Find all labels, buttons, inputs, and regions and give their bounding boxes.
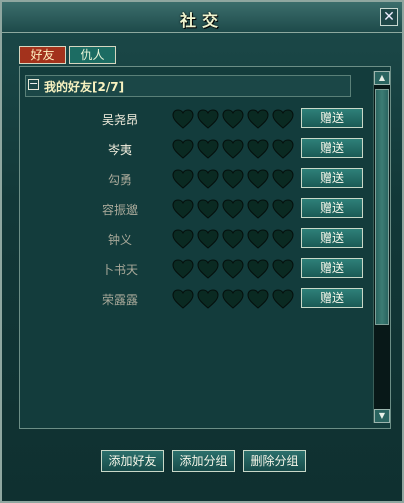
heart-icon bbox=[197, 229, 219, 249]
heart-icon bbox=[272, 109, 294, 129]
heart-icon bbox=[222, 259, 244, 279]
heart-icon bbox=[197, 109, 219, 129]
delete-group-button[interactable]: 删除分组 bbox=[243, 450, 306, 472]
window-title: 社交 bbox=[179, 11, 224, 30]
heart-icon bbox=[222, 139, 244, 159]
friend-name: 勾勇 bbox=[107, 173, 132, 187]
heart-icon bbox=[197, 289, 219, 309]
friend-row[interactable]: 容振邈 赠送 bbox=[20, 197, 363, 223]
heart-icon bbox=[172, 109, 194, 129]
heart-icon bbox=[172, 289, 194, 309]
social-window: 社交 ✕ 好友 仇人 − 我的好友[2/7] 吴尧昂 赠送 岑夷 赠送 勾勇 赠送 容振邈赠… bbox=[0, 0, 404, 503]
heart-icon bbox=[272, 259, 294, 279]
friend-row[interactable]: 卜书天 赠送 bbox=[20, 257, 363, 283]
tab-friends[interactable]: 好友 bbox=[19, 46, 66, 64]
heart-icon bbox=[272, 139, 294, 159]
gift-button[interactable]: 赠送 bbox=[301, 258, 363, 278]
friend-row[interactable]: 钟义 赠送 bbox=[20, 227, 363, 253]
gift-button[interactable]: 赠送 bbox=[301, 288, 363, 308]
heart-icon bbox=[247, 109, 269, 129]
heart-icon bbox=[197, 199, 219, 219]
friend-name: 容振邈 bbox=[101, 203, 138, 217]
heart-icon bbox=[172, 169, 194, 189]
collapse-icon[interactable]: − bbox=[28, 78, 39, 90]
heart-icon bbox=[172, 259, 194, 279]
scroll-thumb[interactable] bbox=[375, 89, 389, 325]
close-icon[interactable]: ✕ bbox=[380, 8, 398, 26]
heart-icon bbox=[272, 289, 294, 309]
heart-icon bbox=[247, 289, 269, 309]
title-bar[interactable]: 社交 ✕ bbox=[2, 2, 402, 33]
friend-name: 荣露露 bbox=[101, 293, 138, 307]
friend-row[interactable]: 勾勇 赠送 bbox=[20, 167, 363, 193]
heart-icon bbox=[222, 289, 244, 309]
friend-row[interactable]: 吴尧昂 赠送 bbox=[20, 107, 363, 133]
heart-icon bbox=[197, 139, 219, 159]
heart-icon bbox=[247, 199, 269, 219]
gift-button[interactable]: 赠送 bbox=[301, 198, 363, 218]
intimacy-hearts bbox=[172, 259, 297, 281]
friend-name: 岑夷 bbox=[107, 143, 132, 157]
heart-icon bbox=[197, 169, 219, 189]
heart-icon bbox=[272, 169, 294, 189]
heart-icon bbox=[222, 229, 244, 249]
intimacy-hearts bbox=[172, 109, 297, 131]
heart-icon bbox=[247, 259, 269, 279]
heart-icon bbox=[222, 109, 244, 129]
heart-icon bbox=[247, 139, 269, 159]
group-title: 我的好友[2/7] bbox=[44, 80, 125, 94]
heart-icon bbox=[272, 199, 294, 219]
heart-icon bbox=[222, 169, 244, 189]
heart-icon bbox=[247, 229, 269, 249]
intimacy-hearts bbox=[172, 199, 297, 221]
scroll-down-icon[interactable]: ▼ bbox=[374, 409, 390, 423]
gift-button[interactable]: 赠送 bbox=[301, 228, 363, 248]
intimacy-hearts bbox=[172, 169, 297, 191]
friend-group-header[interactable]: − 我的好友[2/7] bbox=[25, 75, 351, 97]
add-friend-button[interactable]: 添加好友 bbox=[101, 450, 164, 472]
heart-icon bbox=[197, 259, 219, 279]
friend-name: 吴尧昂 bbox=[101, 113, 138, 127]
scroll-up-icon[interactable]: ▲ bbox=[374, 71, 390, 85]
heart-icon bbox=[222, 199, 244, 219]
friend-name: 卜书天 bbox=[101, 263, 138, 277]
tab-enemies[interactable]: 仇人 bbox=[69, 46, 116, 64]
scrollbar[interactable]: ▲ ▼ bbox=[373, 71, 390, 423]
heart-icon bbox=[272, 229, 294, 249]
add-group-button[interactable]: 添加分组 bbox=[172, 450, 235, 472]
heart-icon bbox=[172, 139, 194, 159]
friend-list-panel: − 我的好友[2/7] 吴尧昂 赠送 岑夷 赠送 勾勇 赠送 容振邈 赠送 钟义 赠送 卜书天 赠送荣… bbox=[19, 66, 391, 429]
intimacy-hearts bbox=[172, 139, 297, 161]
gift-button[interactable]: 赠送 bbox=[301, 168, 363, 188]
friend-name: 钟义 bbox=[107, 233, 132, 247]
gift-button[interactable]: 赠送 bbox=[301, 108, 363, 128]
gift-button[interactable]: 赠送 bbox=[301, 138, 363, 158]
intimacy-hearts bbox=[172, 289, 297, 311]
intimacy-hearts bbox=[172, 229, 297, 251]
friend-row[interactable]: 岑夷 赠送 bbox=[20, 137, 363, 163]
heart-icon bbox=[172, 199, 194, 219]
heart-icon bbox=[247, 169, 269, 189]
heart-icon bbox=[172, 229, 194, 249]
friend-row[interactable]: 荣露露 赠送 bbox=[20, 287, 363, 313]
